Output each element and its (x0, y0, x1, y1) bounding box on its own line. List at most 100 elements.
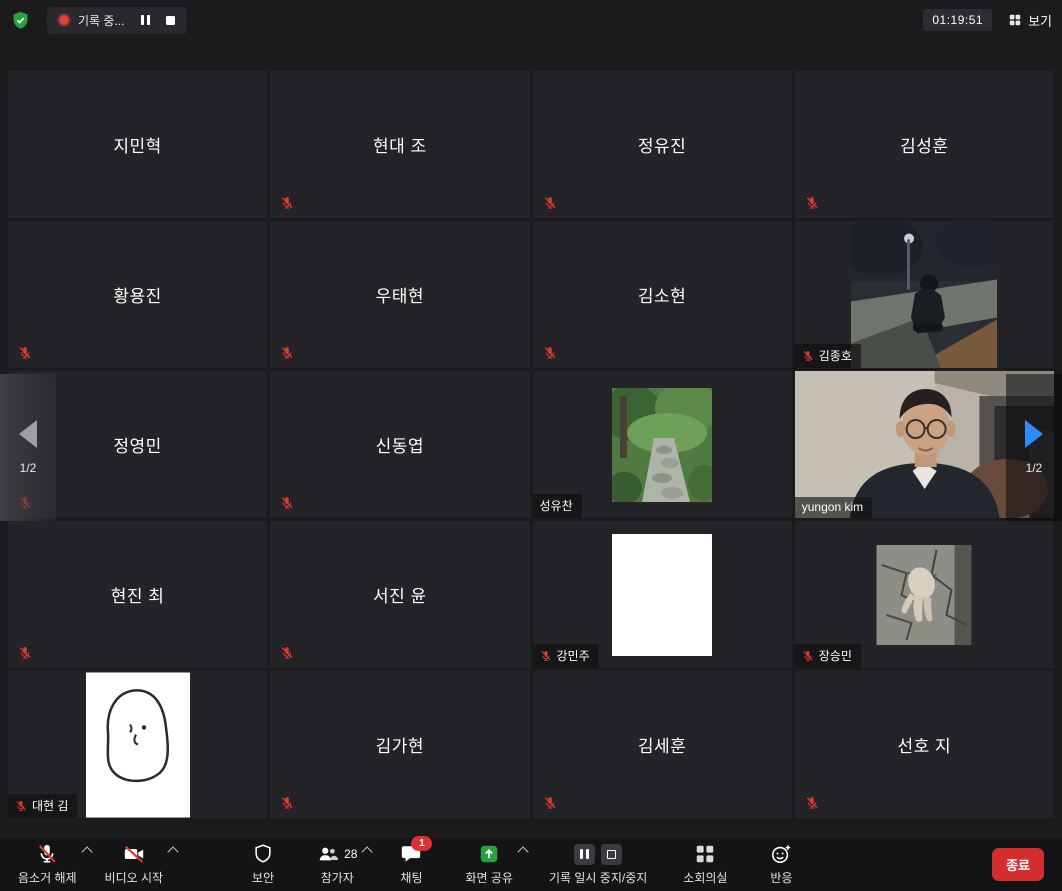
pause-recording-icon[interactable] (574, 844, 595, 865)
muted-mic-icon (805, 196, 819, 210)
pause-recording-icon[interactable] (139, 15, 151, 25)
end-meeting-button[interactable]: 종료 (992, 848, 1044, 881)
participant-grid: 지민혁 현대 조 정유진 김성훈 황용진 우태현 (8, 71, 1054, 818)
participant-video (86, 672, 190, 817)
participant-tile[interactable]: 김성훈 (795, 71, 1054, 218)
prev-page-control[interactable]: 1/2 (0, 374, 56, 521)
breakout-rooms-button[interactable]: 소회의실 (683, 843, 727, 886)
participant-tile[interactable]: 서진 윤 (270, 521, 529, 668)
gallery-view: 지민혁 현대 조 정유진 김성훈 황용진 우태현 (0, 40, 1062, 838)
chevron-up-icon[interactable] (81, 846, 92, 857)
participant-name: 선호 지 (795, 671, 1054, 818)
chat-button[interactable]: 1 채팅 (393, 843, 429, 886)
muted-mic-icon (280, 796, 294, 810)
chevron-up-icon[interactable] (362, 846, 373, 857)
participant-tile[interactable]: 정유진 (533, 71, 792, 218)
encryption-shield-icon[interactable] (10, 10, 31, 31)
stop-recording-icon[interactable] (601, 844, 622, 865)
recording-indicator: 기록 중... (47, 7, 187, 34)
breakout-rooms-icon (694, 843, 716, 865)
share-screen-button[interactable]: 화면 공유 (465, 843, 513, 886)
participant-tile[interactable]: 선호 지 (795, 671, 1054, 818)
muted-mic-icon (280, 496, 294, 510)
participant-name: 황용진 (8, 221, 267, 368)
view-label: 보기 (1028, 11, 1052, 30)
participant-tile[interactable]: 강민주 (533, 521, 792, 668)
muted-mic-icon (543, 796, 557, 810)
zoom-meeting-window: 기록 중... 01:19:51 보기 지민혁 현대 조 (0, 0, 1062, 891)
meeting-topbar: 기록 중... 01:19:51 보기 (0, 0, 1062, 40)
muted-mic-icon (805, 796, 819, 810)
participant-tile[interactable]: 신동엽 (270, 371, 529, 518)
muted-mic-icon (540, 650, 552, 662)
meeting-timer: 01:19:51 (923, 9, 992, 31)
participant-tile[interactable]: 지민혁 (8, 71, 267, 218)
participant-tile[interactable]: 김소현 (533, 221, 792, 368)
next-page-arrow-icon[interactable] (1025, 420, 1043, 448)
muted-mic-icon (802, 650, 814, 662)
participant-video (612, 388, 712, 502)
participant-name-label: 김종호 (795, 344, 861, 368)
chevron-up-icon[interactable] (517, 846, 528, 857)
participant-tile[interactable]: 김세훈 (533, 671, 792, 818)
participant-name-label: yungon kim (795, 497, 872, 518)
participant-name-label: 대현 김 (8, 794, 77, 818)
unmute-button[interactable]: 음소거 해제 (18, 843, 77, 886)
participant-tile[interactable]: 김종호 (795, 221, 1054, 368)
participants-icon (317, 843, 339, 865)
muted-mic-icon (18, 646, 32, 660)
meeting-toolbar: 음소거 해제 비디오 시작 (0, 838, 1062, 891)
participant-name: 신동엽 (270, 371, 529, 518)
chevron-up-icon[interactable] (167, 846, 178, 857)
participant-name: 정유진 (533, 71, 792, 218)
participant-name: 김가현 (270, 671, 529, 818)
next-page-control[interactable]: 1/2 (1006, 374, 1062, 521)
participant-name: 김성훈 (795, 71, 1054, 218)
participant-name: 김세훈 (533, 671, 792, 818)
participants-count: 28 (344, 847, 357, 861)
recording-controls-button[interactable]: 기록 일시 중지/중지 (549, 843, 647, 886)
participant-name: 김소현 (533, 221, 792, 368)
muted-mic-icon (280, 196, 294, 210)
muted-mic-icon (15, 800, 27, 812)
prev-page-arrow-icon[interactable] (19, 420, 37, 448)
participant-name: 서진 윤 (270, 521, 529, 668)
stop-recording-icon[interactable] (166, 16, 175, 25)
participant-name: 현진 최 (8, 521, 267, 668)
participant-name-label: 장승민 (795, 644, 861, 668)
participant-video (877, 545, 972, 645)
view-button[interactable]: 보기 (1008, 11, 1052, 30)
participant-name: 우태현 (270, 221, 529, 368)
participant-name-label: 강민주 (533, 644, 599, 668)
muted-mic-icon (18, 346, 32, 360)
share-screen-icon (478, 843, 500, 865)
participants-button[interactable]: 28 참가자 (317, 843, 357, 886)
participant-tile[interactable]: 대현 김 (8, 671, 267, 818)
participant-video (851, 221, 997, 368)
shield-icon (252, 843, 274, 865)
recording-label: 기록 중... (78, 12, 124, 29)
participant-tile[interactable]: 현진 최 (8, 521, 267, 668)
security-button[interactable]: 보안 (245, 843, 281, 886)
mic-muted-icon (36, 843, 58, 865)
reactions-button[interactable]: 반응 (763, 843, 799, 886)
participant-video (612, 534, 712, 656)
start-video-button[interactable]: 비디오 시작 (105, 843, 164, 886)
chat-unread-badge: 1 (411, 836, 432, 851)
muted-mic-icon (280, 346, 294, 360)
reactions-smiley-icon (770, 843, 792, 865)
muted-mic-icon (543, 346, 557, 360)
muted-mic-icon (802, 350, 814, 362)
participant-tile[interactable]: 김가현 (270, 671, 529, 818)
participant-tile[interactable]: 장승민 (795, 521, 1054, 668)
page-indicator: 1/2 (20, 461, 37, 475)
participant-tile[interactable]: 황용진 (8, 221, 267, 368)
participant-tile[interactable]: 성유찬 (533, 371, 792, 518)
gallery-view-icon (1008, 13, 1022, 27)
participant-tile[interactable]: 우태현 (270, 221, 529, 368)
participant-tile[interactable]: 현대 조 (270, 71, 529, 218)
participant-name: 현대 조 (270, 71, 529, 218)
page-indicator: 1/2 (1026, 461, 1043, 475)
muted-mic-icon (543, 196, 557, 210)
participant-name-label: 성유찬 (533, 494, 582, 518)
